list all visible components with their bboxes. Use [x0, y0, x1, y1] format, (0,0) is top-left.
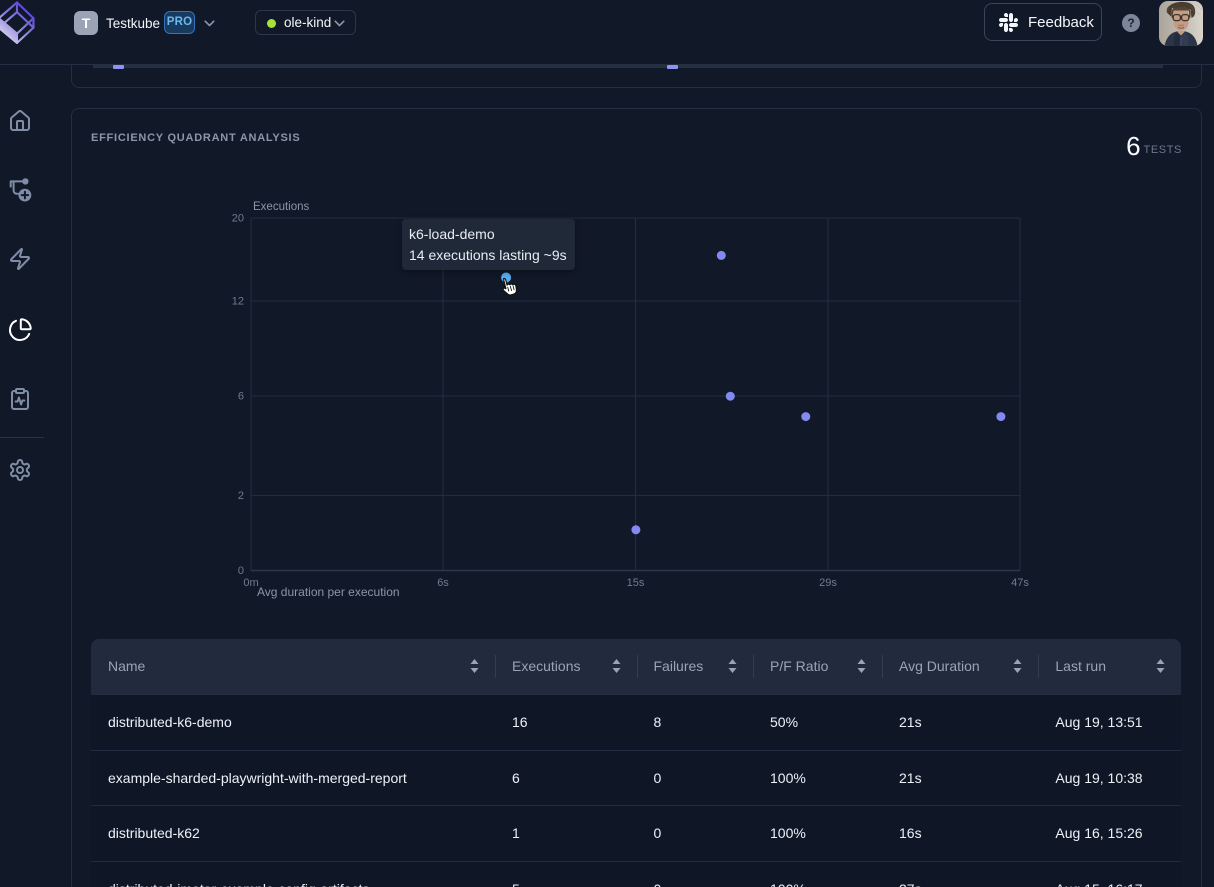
svg-text:15s: 15s: [627, 577, 645, 589]
svg-text:20: 20: [232, 213, 244, 225]
svg-text:12: 12: [232, 296, 244, 308]
svg-text:2: 2: [238, 490, 244, 502]
svg-text:6s: 6s: [437, 577, 449, 589]
svg-text:47s: 47s: [1011, 577, 1029, 589]
svg-text:Avg duration per execution: Avg duration per execution: [257, 585, 400, 599]
svg-text:6: 6: [238, 391, 244, 403]
svg-text:Executions: Executions: [253, 201, 310, 213]
svg-text:29s: 29s: [819, 577, 837, 589]
svg-text:0: 0: [238, 565, 244, 577]
